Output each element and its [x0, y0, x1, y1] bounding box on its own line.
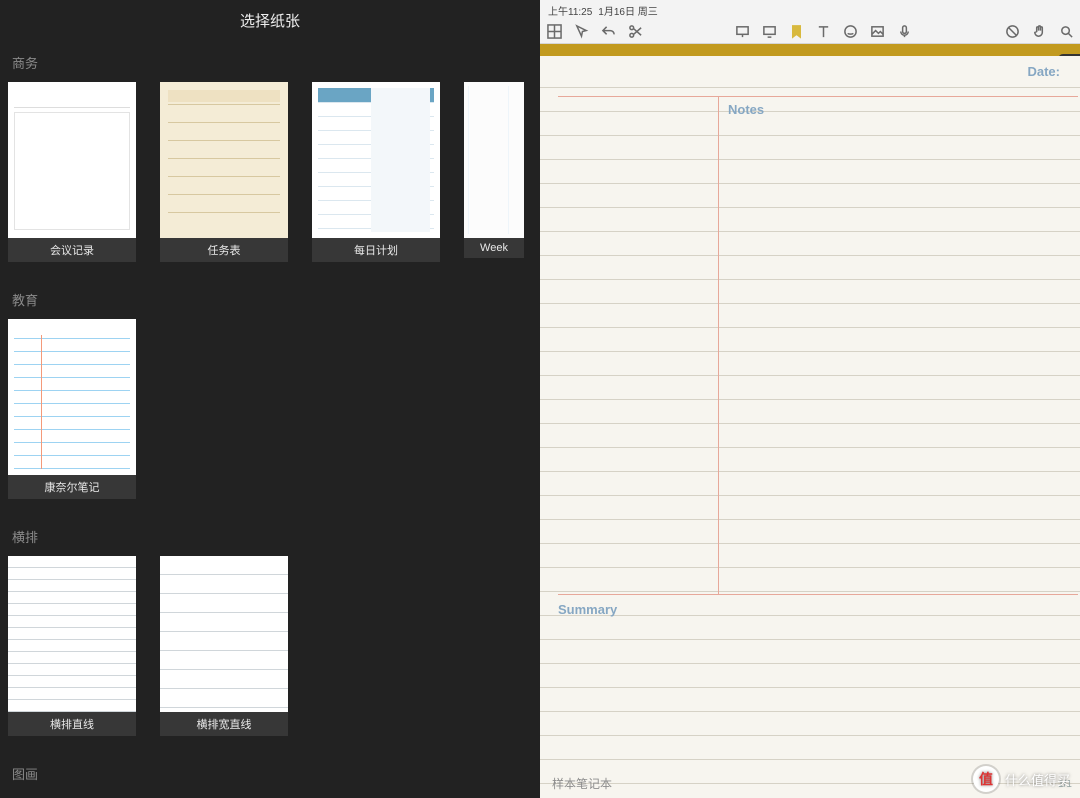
editor-toolbar: [540, 20, 1080, 44]
mic-icon[interactable]: [897, 24, 913, 40]
template-task[interactable]: 任务表: [160, 82, 288, 262]
status-bar: 上午11:25 1月16日 周三: [540, 0, 1080, 20]
present2-icon[interactable]: [762, 24, 778, 40]
template-label: 会议记录: [8, 238, 136, 262]
disable-icon[interactable]: [1004, 24, 1020, 40]
notes-heading: Notes: [728, 102, 764, 117]
category-row-business: 会议记录 任务表 每日计划 Week: [0, 82, 540, 284]
template-thumb: [160, 82, 288, 238]
search-icon[interactable]: [1058, 24, 1074, 40]
watermark-badge: 值: [973, 766, 999, 792]
bookmark-icon[interactable]: [789, 24, 805, 40]
panel-title: 选择纸张: [0, 0, 540, 47]
template-thumb: [8, 319, 136, 475]
summary-heading: Summary: [558, 602, 617, 617]
category-label-business: 商务: [0, 47, 540, 82]
template-thumb: [160, 556, 288, 712]
category-row-education: 康奈尔笔记: [0, 319, 540, 521]
template-thumb: [8, 556, 136, 712]
rule-line: [558, 96, 1078, 97]
template-label: 横排宽直线: [160, 712, 288, 736]
note-preview-panel: 上午11:25 1月16日 周三 ‹ Date:: [540, 0, 1080, 798]
category-label-horizontal: 横排: [0, 521, 540, 556]
present-icon[interactable]: [735, 24, 751, 40]
image-icon[interactable]: [870, 24, 886, 40]
cover-strip: [540, 44, 1080, 56]
template-thumb: [464, 82, 524, 238]
category-row-horizontal: 横排直线 横排宽直线: [0, 556, 540, 758]
text-icon[interactable]: [816, 24, 832, 40]
rule-line: [558, 594, 1078, 595]
undo-icon[interactable]: [600, 24, 616, 40]
scissors-icon[interactable]: [627, 24, 643, 40]
emoji-icon[interactable]: [843, 24, 859, 40]
template-thumb: [312, 82, 440, 238]
template-meeting[interactable]: 会议记录: [8, 82, 136, 262]
template-ruled[interactable]: 横排直线: [8, 556, 136, 736]
status-date: 1月16日 周三: [598, 3, 657, 18]
template-label: 康奈尔笔记: [8, 475, 136, 499]
page-date-label: Date:: [1027, 64, 1060, 79]
hand-icon[interactable]: [1031, 24, 1047, 40]
watermark-text: 什么值得买: [1005, 770, 1070, 789]
template-cornell[interactable]: 康奈尔笔记: [8, 319, 136, 499]
template-label: 任务表: [160, 238, 288, 262]
paper-chooser-panel: 选择纸张 商务 会议记录 任务表 每日计划 Week 教育 康奈尔笔记 横排 横…: [0, 0, 540, 798]
pointer-icon[interactable]: [573, 24, 589, 40]
template-daily[interactable]: 每日计划: [312, 82, 440, 262]
category-label-drawing: 图画: [0, 758, 540, 793]
template-label: 横排直线: [8, 712, 136, 736]
template-ruled-wide[interactable]: 横排宽直线: [160, 556, 288, 736]
grid-icon[interactable]: [546, 24, 562, 40]
template-thumb: [8, 82, 136, 238]
note-page[interactable]: Date: Notes Summary 样本笔记本 1/1 值 什么值得买: [540, 56, 1080, 798]
cue-column-line: [718, 96, 719, 594]
category-label-education: 教育: [0, 284, 540, 319]
template-label: Week: [464, 238, 524, 258]
notebook-name: 样本笔记本: [552, 775, 612, 792]
watermark: 值 什么值得买: [973, 766, 1070, 792]
status-time: 上午11:25: [548, 3, 592, 18]
template-label: 每日计划: [312, 238, 440, 262]
template-week[interactable]: Week: [464, 82, 524, 262]
